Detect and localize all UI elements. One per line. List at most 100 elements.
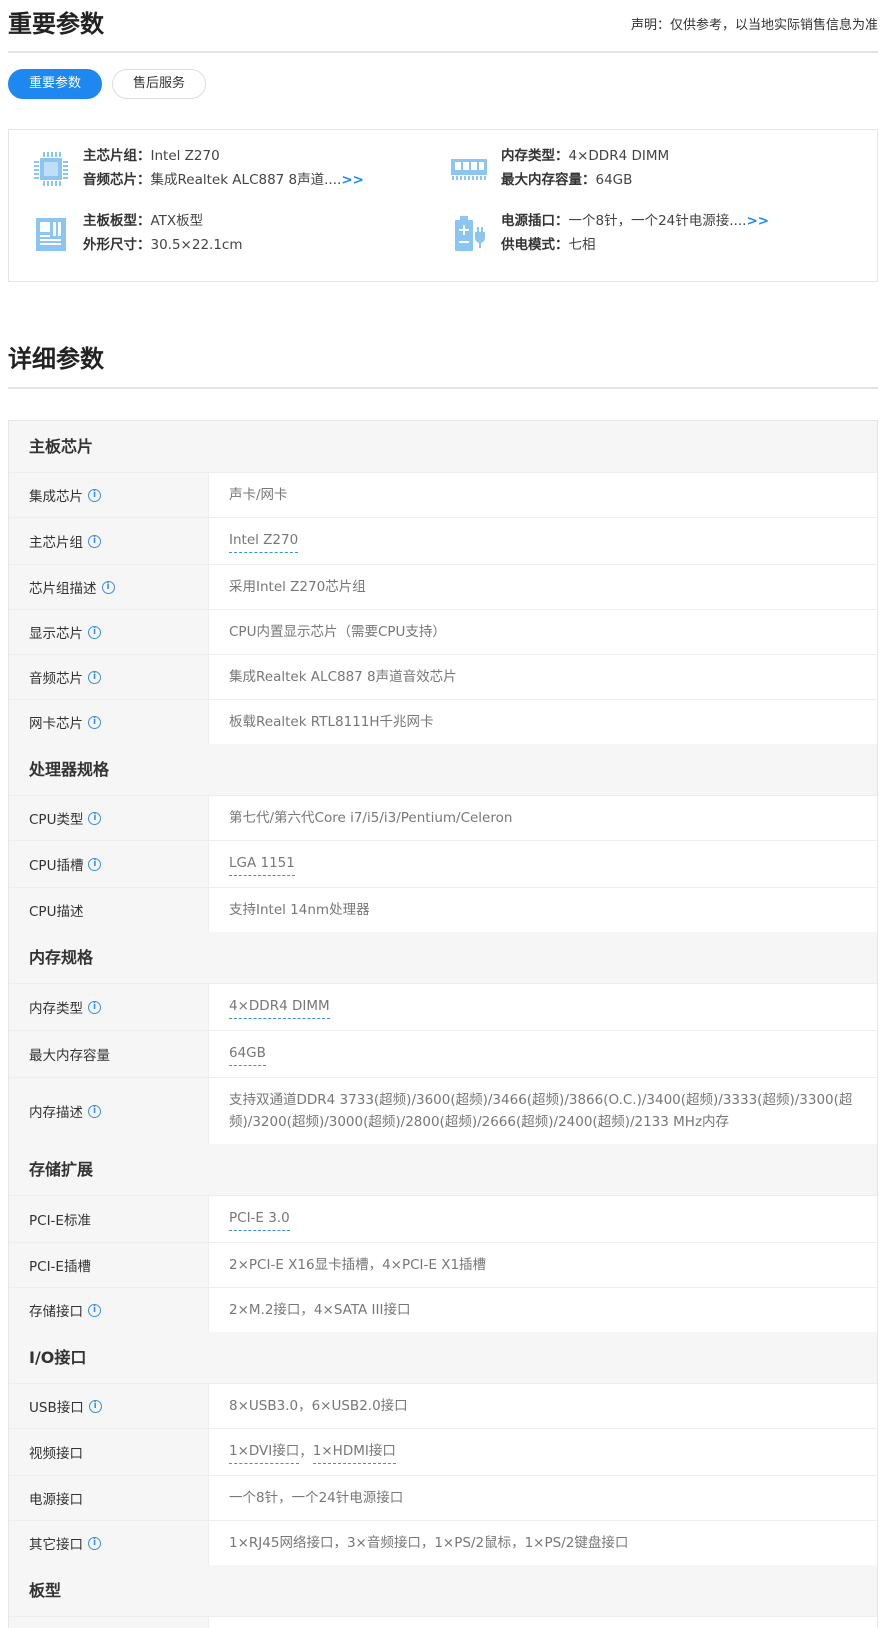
spec-value-text: 声卡/网卡	[229, 487, 288, 503]
summary-key: 主芯片组：	[83, 148, 151, 164]
spec-key-label: 内存类型	[29, 1001, 83, 1017]
more-link[interactable]: >>	[341, 172, 364, 188]
spec-key: 主芯片组 i	[9, 518, 209, 564]
spec-value: 集成Realtek ALC887 8声道音效芯片	[209, 655, 877, 699]
spec-key: 视频接口	[9, 1429, 209, 1475]
spec-key: CPU插槽 i	[9, 841, 209, 887]
spec-row: 集成芯片 i 声卡/网卡	[9, 472, 877, 517]
spec-value-link[interactable]: Intel Z270	[229, 529, 299, 553]
spec-value-link[interactable]: 64GB	[229, 1042, 266, 1066]
spec-row: 其它接口 i 1×RJ45网络接口，3×音频接口，1×PS/2鼠标，1×PS/2键盘…	[9, 1520, 877, 1565]
spec-value: 支持双通道DDR4 3733(超频)/3600(超频)/3466(超频)/386…	[209, 1078, 877, 1144]
summary-key: 电源插口：	[501, 213, 569, 229]
spec-key: 最大内存容量	[9, 1031, 209, 1077]
spec-row: CPU插槽 i LGA 1151	[9, 840, 877, 887]
spec-key-label: 其它接口	[29, 1537, 83, 1553]
info-icon[interactable]: i	[88, 1303, 101, 1317]
summary-key: 音频芯片：	[83, 172, 151, 188]
spec-value: 1×DVI接口， 1×HDMI接口	[209, 1429, 877, 1475]
info-icon[interactable]: i	[88, 1536, 101, 1550]
spec-value-text: 支持双通道DDR4 3733(超频)/3600(超频)/3466(超频)/386…	[229, 1092, 853, 1130]
spec-value-text: 支持Intel 14nm处理器	[229, 902, 370, 918]
summary-key: 最大内存容量：	[501, 172, 596, 188]
spec-key: 主板板型i	[9, 1617, 209, 1628]
spec-key: 集成芯片 i	[9, 473, 209, 517]
spec-value: 4×DDR4 DIMM	[209, 984, 877, 1030]
spec-key: CPU类型 i	[9, 796, 209, 840]
spec-key-label: 芯片组描述	[29, 581, 97, 597]
spec-value-link[interactable]: 1×HDMI接口	[312, 1440, 396, 1464]
spec-row: CPU类型 i 第七代/第六代Core i7/i5/i3/Pentium/Celer…	[9, 795, 877, 840]
spec-key-label: CPU类型	[29, 812, 84, 828]
spec-key: 其它接口 i	[9, 1521, 209, 1565]
spec-key: 网卡芯片 i	[9, 700, 209, 744]
spec-key: 存储接口 i	[9, 1288, 209, 1332]
spec-value-link[interactable]: PCI-E 3.0	[229, 1207, 290, 1231]
spec-key-label: 最大内存容量	[29, 1048, 110, 1064]
summary-value: 七相	[568, 237, 596, 253]
spec-value: 1×RJ45网络接口，3×音频接口，1×PS/2鼠标，1×PS/2键盘接口	[209, 1521, 877, 1565]
info-icon[interactable]: i	[88, 811, 102, 825]
summary-value: ATX板型	[150, 213, 204, 229]
tab-key-params[interactable]: 重要参数	[8, 69, 103, 99]
tab-after-sales[interactable]: 售后服务	[112, 69, 207, 99]
spec-key-label: 存储接口	[29, 1304, 83, 1320]
spec-key-label: 视频接口	[29, 1446, 83, 1462]
spec-value-text: 一个8针，一个24针电源接口	[229, 1490, 404, 1506]
spec-value: ATX板型	[209, 1617, 877, 1628]
spec-value-link[interactable]: 4×DDR4 DIMM	[229, 995, 330, 1019]
info-icon[interactable]: i	[88, 857, 102, 871]
page-title: 重要参数	[8, 10, 104, 38]
spec-value: 一个8针，一个24针电源接口	[209, 1476, 877, 1520]
separator: ，	[299, 1444, 313, 1460]
summary-value: 30.5×22.1cm	[150, 237, 243, 253]
spec-row: 显示芯片 i CPU内置显示芯片（需要CPU支持）	[9, 609, 877, 654]
summary-value: 64GB	[595, 172, 633, 188]
spec-value-text: 8×USB3.0，6×USB2.0接口	[229, 1398, 408, 1414]
group-header: 存储扩展	[9, 1144, 877, 1195]
info-icon[interactable]: i	[88, 534, 101, 548]
tab-bar: 重要参数 售后服务	[8, 69, 207, 99]
summary-memory: 内存类型：4×DDR4 DIMM 最大内存容量：64GB	[427, 144, 827, 194]
spec-value: 2×PCI-E X16显卡插槽，4×PCI-E X1插槽	[209, 1243, 877, 1287]
info-icon[interactable]: i	[88, 715, 101, 729]
spec-key-label: CPU描述	[29, 904, 84, 920]
group-header: 主板芯片	[9, 421, 877, 472]
spec-key-label: PCI-E标准	[29, 1213, 91, 1229]
spec-value-text: CPU内置显示芯片（需要CPU支持）	[229, 624, 446, 640]
detail-section-header: 详细参数	[8, 335, 878, 389]
info-icon[interactable]: i	[88, 1104, 101, 1118]
spec-key: PCI-E插槽	[9, 1243, 209, 1287]
more-link[interactable]: >>	[746, 213, 769, 229]
spec-table: 主板芯片 集成芯片 i 声卡/网卡 主芯片组 i Intel Z270 芯片组描述 i 采用Int…	[8, 420, 878, 1628]
info-icon[interactable]: i	[88, 625, 101, 639]
summary-key: 主板板型：	[83, 213, 151, 229]
spec-value-text: 2×M.2接口，4×SATA III接口	[229, 1302, 411, 1318]
spec-key: 芯片组描述 i	[9, 565, 209, 609]
spec-value: 第七代/第六代Core i7/i5/i3/Pentium/Celeron	[209, 796, 877, 840]
spec-row: 主芯片组 i Intel Z270	[9, 517, 877, 564]
group-header: 板型	[9, 1565, 877, 1616]
spec-value-link[interactable]: 1×DVI接口	[229, 1440, 300, 1464]
info-icon[interactable]: i	[88, 670, 101, 684]
summary-chipset: 主芯片组：Intel Z270 音频芯片：集成Realtek ALC887 8声…	[9, 144, 409, 194]
summary-value: 集成Realtek ALC887 8声道....	[150, 172, 342, 188]
spec-key: 内存类型 i	[9, 984, 209, 1030]
info-icon[interactable]: i	[88, 1399, 102, 1413]
spec-key-label: 音频芯片	[29, 671, 83, 687]
spec-value: 64GB	[209, 1031, 877, 1077]
spec-key-label: PCI-E插槽	[29, 1259, 91, 1275]
disclaimer-notice: 声明：仅供参考，以当地实际销售信息为准	[630, 18, 878, 33]
info-icon[interactable]: i	[88, 488, 101, 502]
motherboard-icon	[36, 218, 66, 251]
spec-key-label: 显示芯片	[29, 626, 83, 642]
spec-key: PCI-E标准	[9, 1196, 209, 1242]
spec-value: 2×M.2接口，4×SATA III接口	[209, 1288, 877, 1332]
info-icon[interactable]: i	[101, 580, 115, 594]
spec-value-link[interactable]: LGA 1151	[229, 852, 295, 876]
spec-value-text: 第七代/第六代Core i7/i5/i3/Pentium/Celeron	[229, 810, 513, 826]
summary-power: 电源插口：一个8针，一个24针电源接....>> 供电模式：七相	[427, 209, 827, 259]
info-icon[interactable]: i	[88, 1000, 101, 1014]
spec-key: 内存描述 i	[9, 1078, 209, 1144]
summary-key: 供电模式：	[501, 237, 569, 253]
